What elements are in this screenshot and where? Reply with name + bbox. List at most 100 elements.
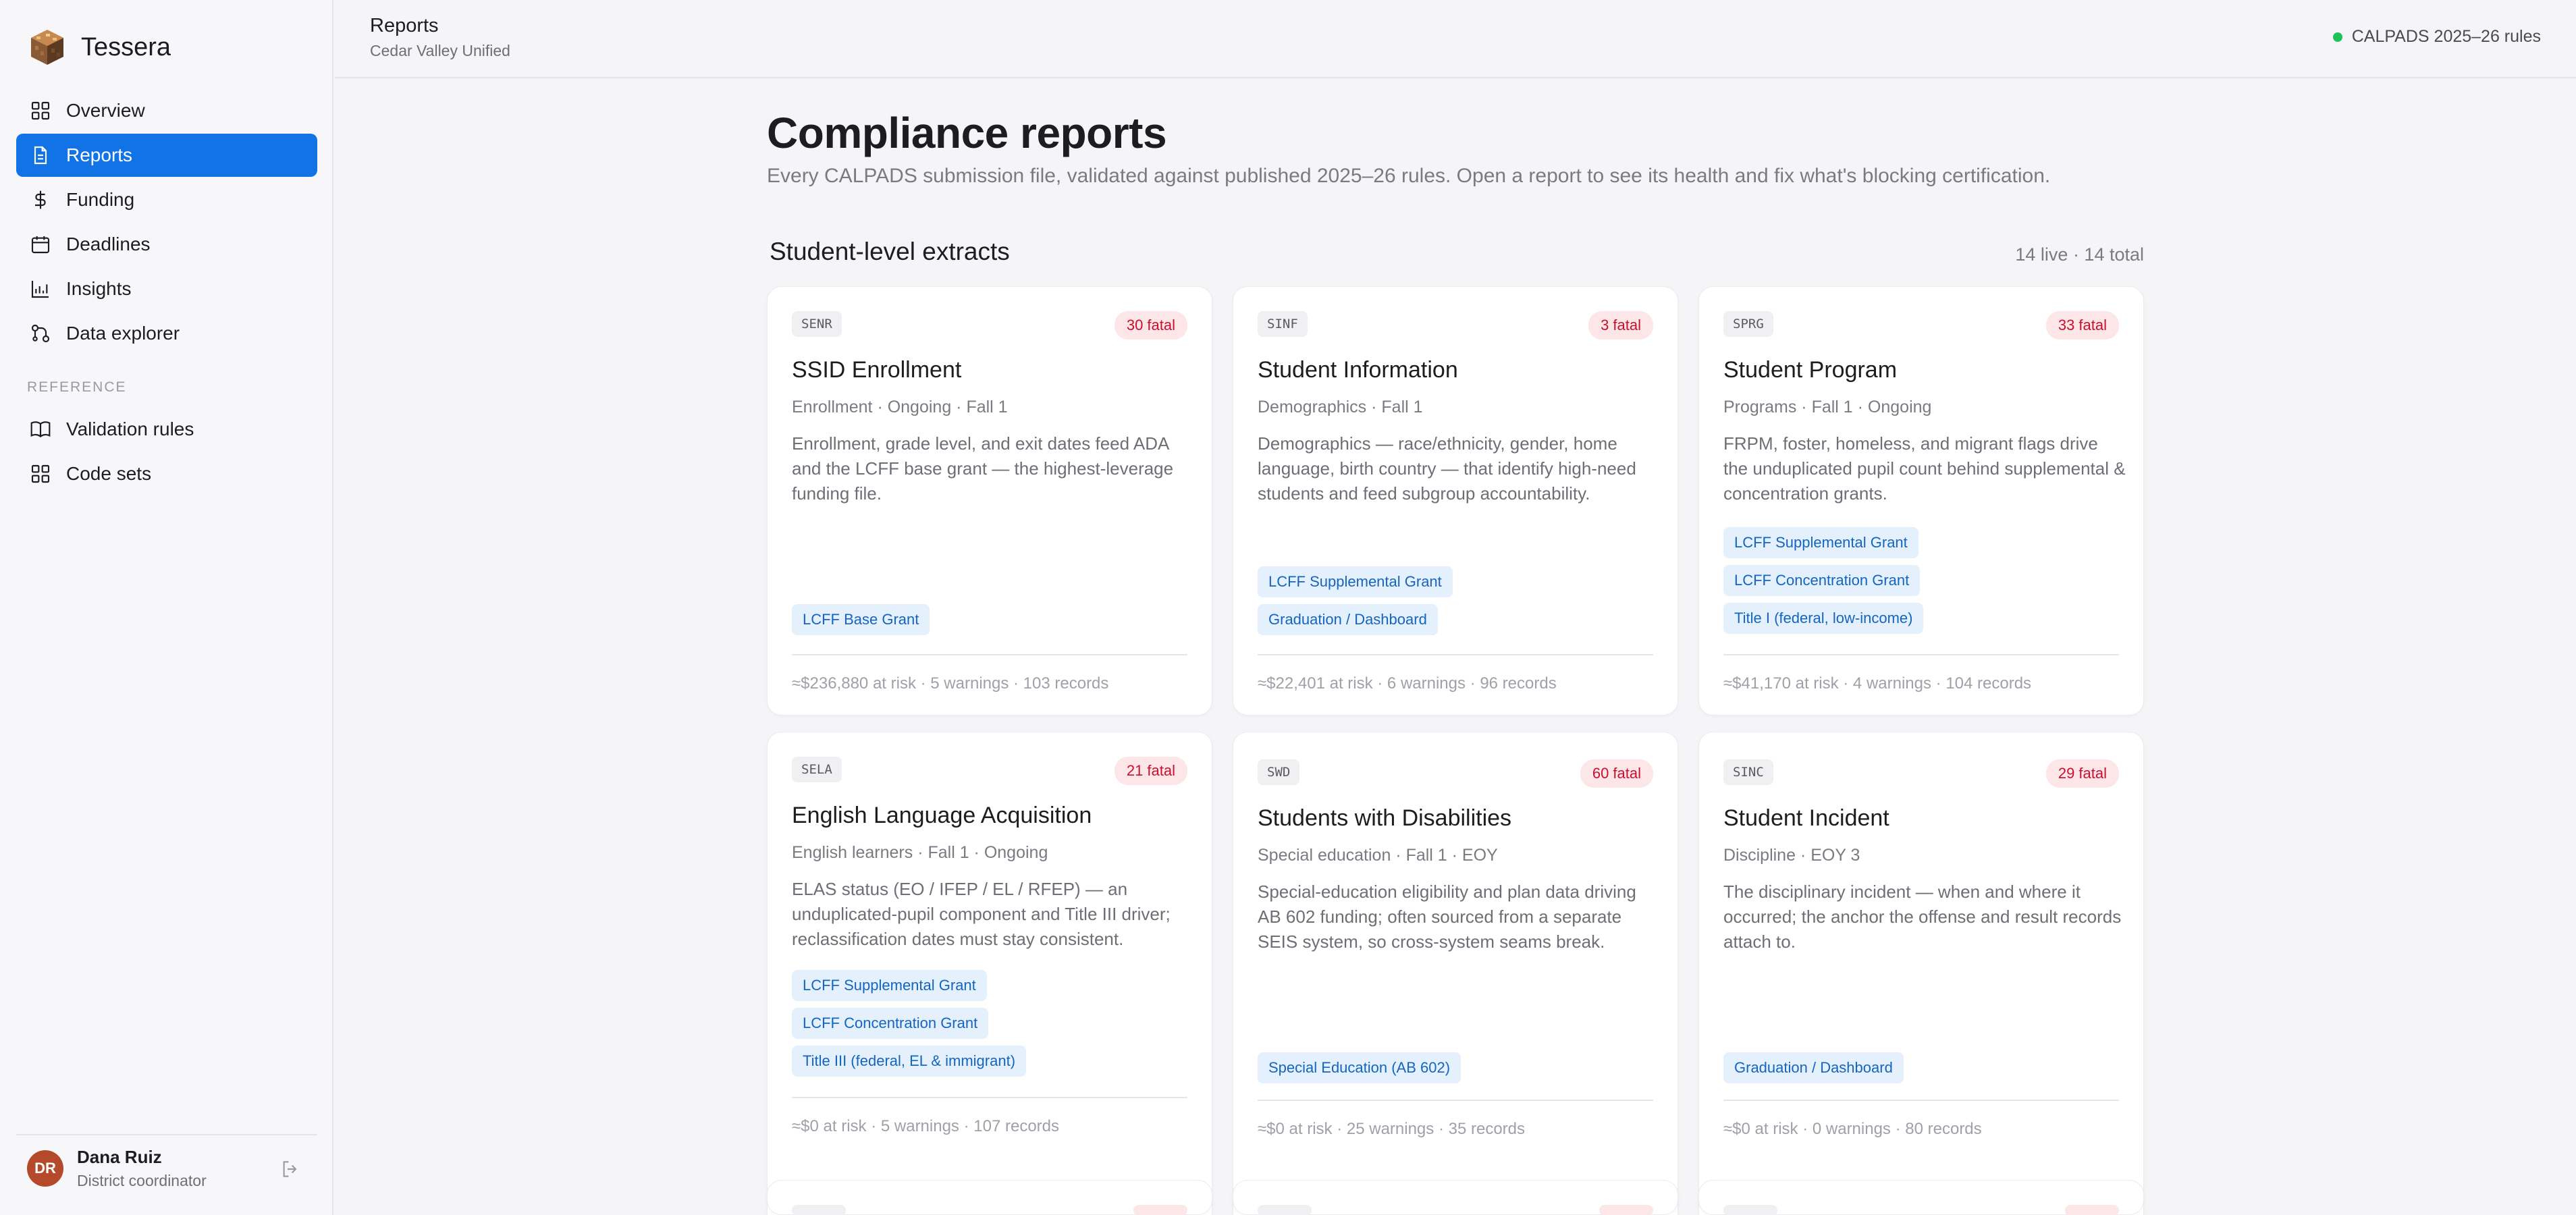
- report-code: SWD: [1258, 759, 1300, 785]
- funding-tag: LCFF Supplemental Grant: [1258, 566, 1453, 597]
- sidebar-item-deadlines[interactable]: Deadlines: [16, 223, 317, 266]
- rules-status: CALPADS 2025–26 rules: [2332, 27, 2541, 47]
- brand[interactable]: Tessera: [27, 26, 171, 69]
- user-role: District coordinator: [77, 1172, 207, 1189]
- funding-tags: Special Education (AB 602): [1258, 1052, 1461, 1083]
- rules-status-label: CALPADS 2025–26 rules: [2351, 27, 2541, 46]
- reference-section-label: REFERENCE: [27, 379, 127, 395]
- report-description: Enrollment, grade level, and exit dates …: [792, 433, 1174, 504]
- report-code: SINF: [1258, 311, 1308, 337]
- book-icon: [30, 421, 51, 438]
- sidebar: Tessera Overview Reports Funding Deadlin…: [0, 0, 333, 1215]
- funding-tag: Graduation / Dashboard: [1723, 1052, 1904, 1083]
- report-card-sela[interactable]: SELA 21 fatal English Language Acquisiti…: [767, 732, 1212, 1215]
- fatal-badge-placeholder: [1133, 1205, 1187, 1215]
- fatal-badge: 33 fatal: [2045, 311, 2119, 340]
- sidebar-item-label: Validation rules: [66, 418, 194, 439]
- report-code: SPRG: [1723, 311, 1773, 337]
- sidebar-item-funding[interactable]: Funding: [16, 178, 317, 221]
- sidebar-item-label: Funding: [66, 189, 135, 210]
- report-code: SENR: [792, 311, 842, 337]
- grid-icon: [31, 101, 50, 120]
- sidebar-item-label: Overview: [66, 100, 145, 121]
- funding-tags: Graduation / Dashboard: [1723, 1052, 1904, 1083]
- report-title: English Language Acquisition: [792, 803, 1092, 828]
- sidebar-item-reports[interactable]: Reports: [16, 134, 317, 177]
- report-description: FRPM, foster, homeless, and migrant flag…: [1723, 433, 2126, 504]
- sidebar-item-label: Code sets: [66, 463, 152, 484]
- report-title: Student Information: [1258, 357, 1458, 383]
- report-code: SINC: [1723, 759, 1773, 785]
- section-title: Student-level extracts: [770, 238, 1010, 265]
- funding-tags: LCFF Supplemental Grant LCFF Concentrati…: [1723, 527, 1924, 634]
- funding-tags: LCFF Supplemental Grant LCFF Concentrati…: [792, 970, 1027, 1077]
- page-description: Every CALPADS submission file, validated…: [767, 165, 2051, 187]
- district-name: Cedar Valley Unified: [370, 42, 510, 59]
- report-title: SSID Enrollment: [792, 357, 962, 383]
- funding-tag: Title I (federal, low-income): [1723, 603, 1924, 634]
- graph-icon: [31, 324, 50, 343]
- sidebar-item-code-sets[interactable]: Code sets: [16, 452, 317, 495]
- bar-chart-icon: [31, 281, 49, 298]
- sidebar-item-data-explorer[interactable]: Data explorer: [16, 312, 317, 355]
- page-title: Compliance reports: [767, 109, 1167, 157]
- report-description: ELAS status (EO / IFEP / EL / RFEP) — an…: [792, 879, 1171, 949]
- report-card-partial[interactable]: [1698, 1180, 2144, 1215]
- card-divider: [792, 654, 1187, 655]
- app-name: Tessera: [81, 32, 171, 61]
- fatal-badge: 3 fatal: [1588, 311, 1653, 340]
- report-footer: ≈$0 at risk · 0 warnings · 80 records: [1723, 1120, 1982, 1138]
- funding-tag: LCFF Base Grant: [792, 604, 930, 635]
- sidebar-item-label: Data explorer: [66, 323, 180, 344]
- card-divider: [1258, 1100, 1653, 1101]
- report-meta: Special education · Fall 1 · EOY: [1258, 846, 1498, 865]
- funding-tag: LCFF Supplemental Grant: [1723, 527, 1918, 558]
- report-description: Demographics — race/ethnicity, gender, h…: [1258, 433, 1636, 504]
- funding-tag: LCFF Supplemental Grant: [792, 970, 987, 1001]
- report-card-sprg[interactable]: SPRG 33 fatal Student Program Programs ·…: [1698, 286, 2144, 716]
- report-footer: ≈$22,401 at risk · 6 warnings · 96 recor…: [1258, 674, 1557, 693]
- report-card-partial[interactable]: [767, 1180, 1212, 1215]
- card-divider: [1723, 654, 2119, 655]
- report-meta: Demographics · Fall 1: [1258, 398, 1423, 416]
- page-header-title: Reports: [370, 15, 439, 36]
- report-code-placeholder: [792, 1205, 846, 1215]
- funding-tag: LCFF Concentration Grant: [1723, 565, 1921, 596]
- sidebar-item-validation-rules[interactable]: Validation rules: [16, 408, 317, 451]
- calendar-icon: [31, 236, 50, 254]
- fatal-badge: 60 fatal: [1580, 759, 1653, 788]
- section-count: 14 live · 14 total: [2015, 244, 2144, 265]
- report-card-swd[interactable]: SWD 60 fatal Students with Disabilities …: [1233, 732, 1678, 1215]
- report-code: SELA: [792, 757, 842, 782]
- report-card-sinf[interactable]: SINF 3 fatal Student Information Demogra…: [1233, 286, 1678, 716]
- sidebar-item-insights[interactable]: Insights: [16, 267, 317, 310]
- sidebar-item-label: Reports: [66, 144, 133, 165]
- sidebar-item-overview[interactable]: Overview: [16, 89, 317, 132]
- report-meta: Programs · Fall 1 · Ongoing: [1723, 398, 1932, 416]
- fatal-badge-placeholder: [1599, 1205, 1653, 1215]
- report-card-partial[interactable]: [1233, 1180, 1678, 1215]
- card-divider: [792, 1097, 1187, 1098]
- report-title: Students with Disabilities: [1258, 805, 1512, 831]
- tessera-logo-icon: [31, 30, 63, 65]
- user-name: Dana Ruiz: [77, 1147, 162, 1167]
- funding-tag: Title III (federal, EL & immigrant): [792, 1046, 1027, 1077]
- report-code-placeholder: [1258, 1205, 1312, 1215]
- grid-icon: [31, 464, 50, 483]
- report-footer: ≈$41,170 at risk · 4 warnings · 104 reco…: [1723, 674, 2032, 693]
- report-card-sinc[interactable]: SINC 29 fatal Student Incident Disciplin…: [1698, 732, 2144, 1215]
- fatal-badge-placeholder: [2065, 1205, 2119, 1215]
- user-profile: DR Dana Ruiz District coordinator: [16, 1134, 317, 1202]
- avatar[interactable]: DR: [27, 1150, 63, 1187]
- top-bar: Reports Cedar Valley Unified CALPADS 202…: [335, 0, 2576, 78]
- report-meta: Discipline · EOY 3: [1723, 846, 1860, 865]
- report-card-senr[interactable]: SENR 30 fatal SSID Enrollment Enrollment…: [767, 286, 1212, 716]
- reference-nav: Validation rules Code sets: [16, 408, 317, 497]
- fatal-badge: 30 fatal: [1114, 311, 1187, 340]
- logout-icon[interactable]: [279, 1158, 301, 1180]
- sidebar-item-label: Insights: [66, 278, 132, 299]
- report-title: Student Incident: [1723, 805, 1889, 831]
- funding-tags: LCFF Base Grant: [792, 604, 930, 635]
- report-meta: English learners · Fall 1 · Ongoing: [792, 843, 1048, 862]
- report-footer: ≈$236,880 at risk · 5 warnings · 103 rec…: [792, 674, 1109, 693]
